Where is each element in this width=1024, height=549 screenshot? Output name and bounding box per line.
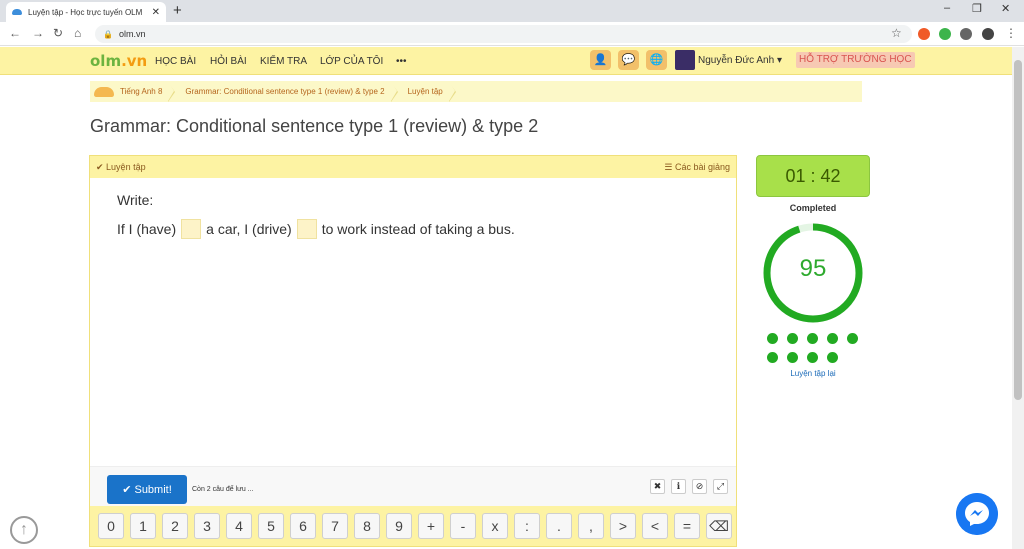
bookmark-star-icon[interactable]: ☆ (891, 26, 902, 40)
question-dot[interactable] (847, 333, 858, 344)
key-1[interactable]: 1 (130, 513, 156, 539)
timer: 01 : 42 (756, 155, 870, 197)
key-11[interactable]: - (450, 513, 476, 539)
question-dot[interactable] (807, 352, 818, 363)
extensions-puzzle-icon[interactable] (960, 28, 972, 40)
panel-footer: ✔ Submit! Còn 2 câu để lưu ... ✖ ℹ ⊘ ⤢ (90, 466, 736, 506)
score-value: 95 (799, 255, 827, 282)
scrollbar-thumb[interactable] (1014, 60, 1022, 400)
tab-title: Luyện tập - Học trực tuyến OLM (28, 7, 143, 17)
browser-tab[interactable]: Luyện tập - Học trực tuyến OLM ✕ (6, 2, 166, 22)
site-header: olm.vn HỌC BÀI HỎI BÀI KIỂM TRA LỚP CỦA … (0, 47, 1012, 75)
profile-avatar-icon[interactable] (982, 28, 994, 40)
sentence-part-2: a car, I (drive) (206, 221, 292, 237)
breadcrumb-item-lesson[interactable]: Grammar: Conditional sentence type 1 (re… (181, 81, 397, 102)
browser-tab-bar: Luyện tập - Học trực tuyến OLM ✕ + – ❐ ✕ (0, 0, 1024, 22)
key-19[interactable]: ⌫ (706, 513, 732, 539)
key-15[interactable]: , (578, 513, 604, 539)
messages-icon[interactable]: 💬 (618, 50, 639, 70)
olm-favicon-icon (12, 9, 22, 15)
address-bar-row: ← → ↻ ⌂ 🔒 olm.vn ☆ ⋮ (0, 22, 1024, 46)
user-name[interactable]: Nguyễn Đức Anh ▾ (698, 55, 782, 66)
fullscreen-icon[interactable]: ⤢ (713, 479, 728, 494)
block-icon[interactable]: ⊘ (692, 479, 707, 494)
question-dot[interactable] (807, 333, 818, 344)
sentence-part-3: to work instead of taking a bus. (321, 221, 515, 237)
question-instruction: Write: (117, 192, 154, 208)
question-dot[interactable] (767, 333, 778, 344)
restore-button[interactable]: ❐ (972, 2, 982, 15)
nav-hoc-bai[interactable]: HỌC BÀI (155, 56, 196, 67)
key-17[interactable]: < (642, 513, 668, 539)
user-avatar[interactable] (675, 50, 695, 70)
scroll-up-icon[interactable]: ↑ (10, 516, 38, 544)
exercise-panel: ✔ Luyện tập ☰ Các bài giảng Write: If I … (89, 155, 737, 547)
nav-more-icon[interactable]: ••• (396, 56, 407, 67)
remaining-text: Còn 2 câu để lưu ... (192, 486, 254, 493)
lessons-link[interactable]: ☰ Các bài giảng (664, 162, 730, 173)
question-dot[interactable] (767, 352, 778, 363)
question-dot[interactable] (827, 333, 838, 344)
extension-fire-icon[interactable] (918, 28, 930, 40)
answer-blank-1[interactable] (181, 219, 202, 239)
answer-blank-2[interactable] (296, 219, 317, 239)
home-icon[interactable]: ⌂ (74, 26, 81, 40)
practice-label: ✔ Luyện tập (96, 162, 146, 172)
minimize-button[interactable]: – (944, 2, 950, 14)
key-18[interactable]: = (674, 513, 700, 539)
nav-hoi-bai[interactable]: HỎI BÀI (210, 56, 247, 67)
question-sentence: If I (have) a car, I (drive) to work ins… (117, 219, 515, 239)
key-16[interactable]: > (610, 513, 636, 539)
info-icon[interactable]: ℹ (671, 479, 686, 494)
sentence-part-1: If I (have) (117, 221, 177, 237)
messenger-icon[interactable] (956, 493, 998, 535)
olm-logo[interactable]: olm.vn (90, 52, 147, 70)
submit-button[interactable]: ✔ Submit! (107, 475, 187, 504)
key-7[interactable]: 7 (322, 513, 348, 539)
key-3[interactable]: 3 (194, 513, 220, 539)
lock-icon: 🔒 (103, 29, 113, 39)
key-9[interactable]: 9 (386, 513, 412, 539)
key-0[interactable]: 0 (98, 513, 124, 539)
question-dot[interactable] (787, 333, 798, 344)
extension-green-icon[interactable] (939, 28, 951, 40)
key-14[interactable]: . (546, 513, 572, 539)
status-label: Completed (789, 203, 837, 213)
key-5[interactable]: 5 (258, 513, 284, 539)
close-window-button[interactable]: ✕ (1001, 2, 1010, 15)
breadcrumb-item-course[interactable]: Tiếng Anh 8 (90, 81, 175, 102)
add-friend-icon[interactable]: 👤 (590, 50, 611, 70)
browser-menu-icon[interactable]: ⋮ (1005, 26, 1017, 40)
key-13[interactable]: : (514, 513, 540, 539)
new-tab-button[interactable]: + (173, 2, 182, 19)
key-10[interactable]: + (418, 513, 444, 539)
key-4[interactable]: 4 (226, 513, 252, 539)
close-icon[interactable]: ✖ (650, 479, 665, 494)
cloud-icon (94, 86, 114, 97)
url-field[interactable]: 🔒 olm.vn (95, 25, 912, 43)
keypad: 0 1 2 3 4 5 6 7 8 9 + - x:., > < = ⌫ (90, 506, 736, 546)
tab-close-icon[interactable]: ✕ (152, 7, 160, 18)
back-icon[interactable]: ← (9, 26, 21, 40)
nav-lop-cua-toi[interactable]: LỚP CỦA TÔI (320, 56, 383, 67)
key-12[interactable]: x (482, 513, 508, 539)
support-button[interactable]: HỖ TRỢ TRƯỜNG HỌC (796, 52, 915, 68)
retry-link[interactable]: Luyện tập lại (756, 369, 870, 378)
key-6[interactable]: 6 (290, 513, 316, 539)
url-text: olm.vn (118, 29, 146, 39)
forward-icon[interactable]: → (32, 26, 44, 40)
breadcrumb: Tiếng Anh 8 Grammar: Conditional sentenc… (90, 81, 862, 102)
breadcrumb-item-practice[interactable]: Luyện tập (404, 81, 455, 102)
question-dot[interactable] (827, 352, 838, 363)
nav-kiem-tra[interactable]: KIỂM TRA (260, 56, 307, 67)
reload-icon[interactable]: ↻ (53, 26, 63, 40)
key-2[interactable]: 2 (162, 513, 188, 539)
key-8[interactable]: 8 (354, 513, 380, 539)
question-dot[interactable] (787, 352, 798, 363)
panel-header: ✔ Luyện tập ☰ Các bài giảng (90, 156, 736, 178)
page-title: Grammar: Conditional sentence type 1 (re… (90, 116, 539, 136)
notifications-icon[interactable]: 🌐 (646, 50, 667, 70)
